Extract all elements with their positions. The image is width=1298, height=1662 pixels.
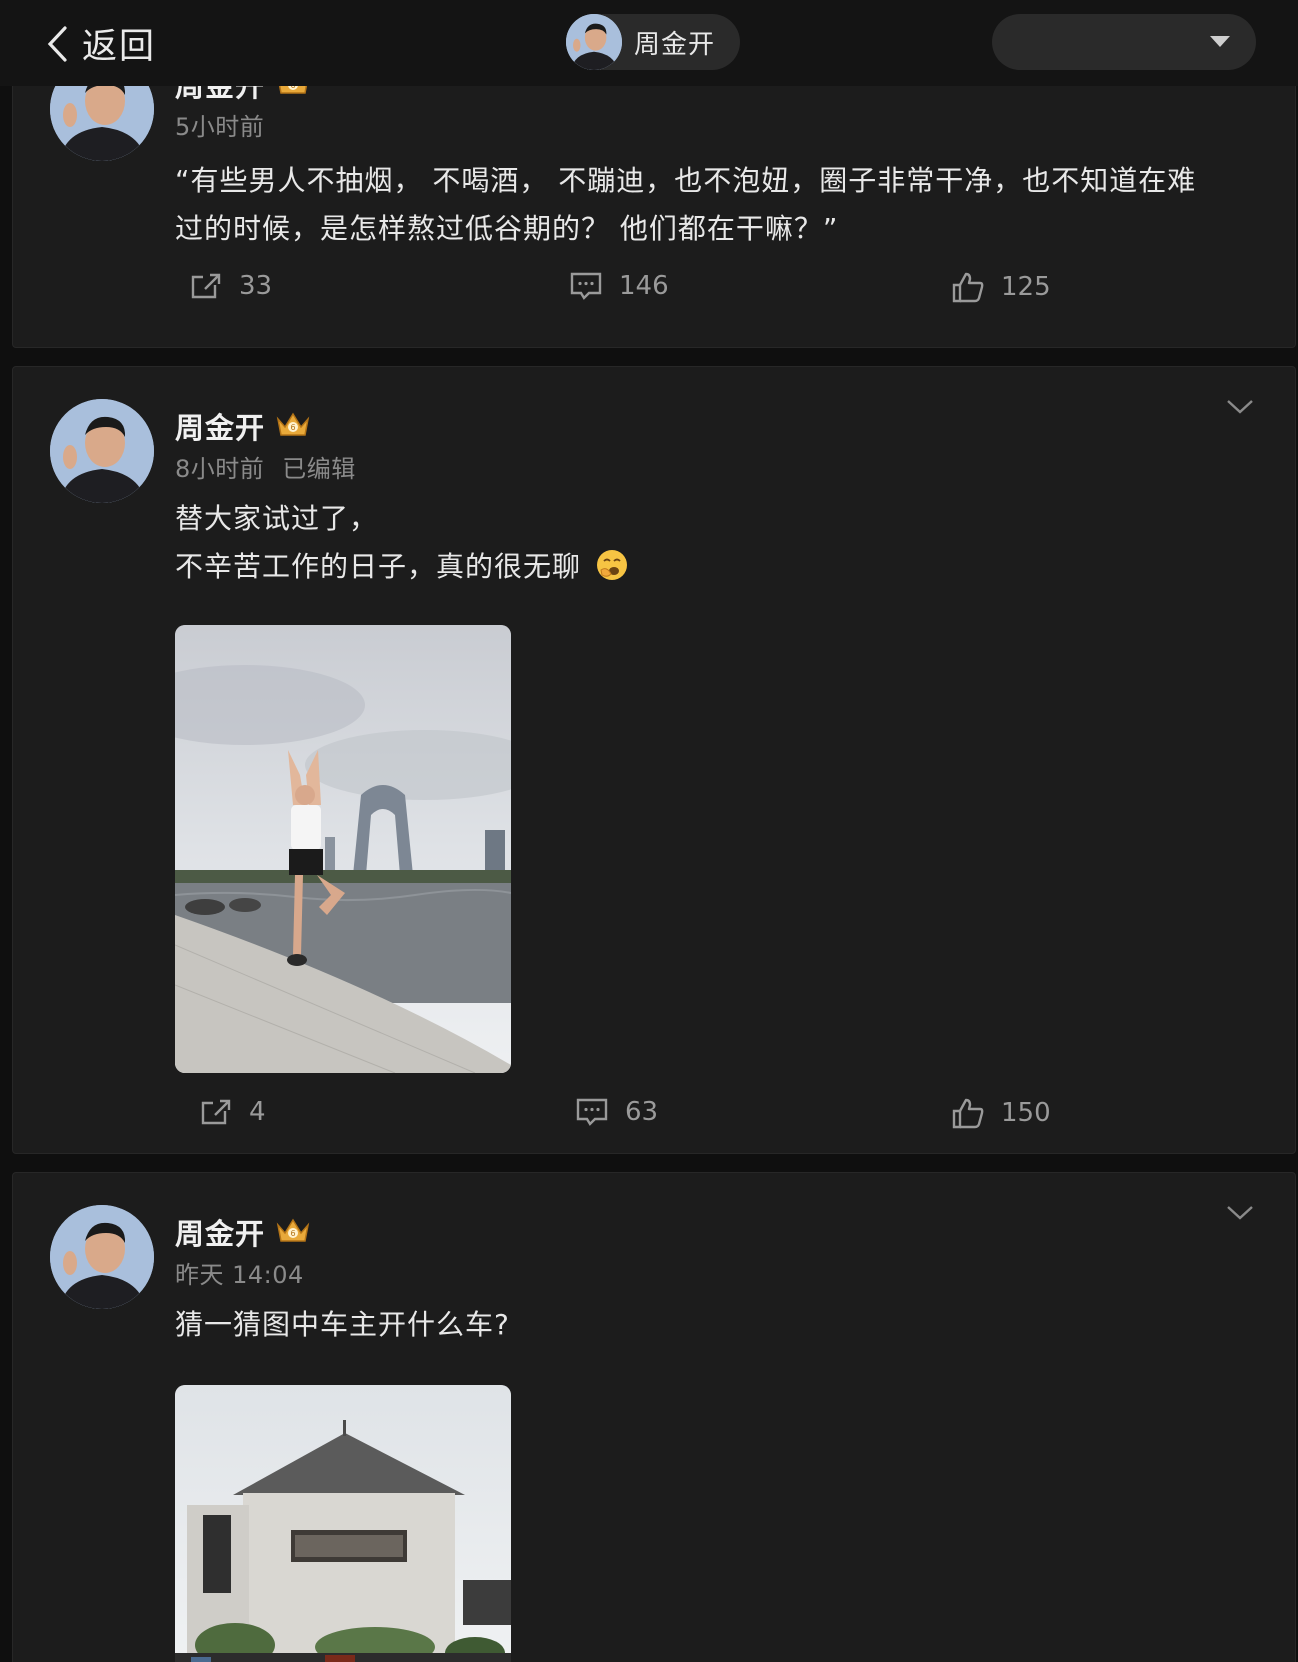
post-card[interactable]: 周金开 6 昨天 14:04 猜一猜图中车主开什么车?	[12, 1172, 1296, 1662]
chevron-left-icon	[47, 25, 67, 62]
comment-icon	[576, 1098, 608, 1126]
repost-button[interactable]: 33	[189, 271, 272, 301]
post-actions: 4 63 150	[13, 1097, 1295, 1137]
crown-badge-icon: 6	[276, 1218, 310, 1242]
share-icon	[201, 1099, 231, 1125]
timestamp: 8小时前	[175, 455, 265, 483]
photo-person-yoga	[175, 625, 511, 1073]
like-button[interactable]: 125	[951, 271, 1051, 303]
like-count: 150	[1001, 1098, 1051, 1128]
comment-count: 63	[625, 1097, 659, 1127]
post-card[interactable]: 周金开 6 8小时前 已编辑 替大家试过了， 不辛苦工作的日子，真的很无聊 4 …	[12, 366, 1296, 1154]
profile-pill[interactable]: 周金开	[566, 14, 740, 70]
svg-text:6: 6	[290, 423, 295, 432]
repost-count: 33	[239, 271, 273, 301]
user-name[interactable]: 周金开	[175, 1211, 265, 1253]
post-text: “有些男人不抽烟， 不喝酒， 不蹦迪，也不泡妞，圈子非常干净，也不知道在难 过的…	[175, 157, 1255, 253]
post-text: 替大家试过了， 不辛苦工作的日子，真的很无聊	[175, 495, 1255, 591]
post-text: 猜一猜图中车主开什么车?	[175, 1301, 1255, 1349]
post-image[interactable]	[175, 1385, 511, 1662]
svg-text:6: 6	[290, 1229, 295, 1238]
user-name[interactable]: 周金开	[175, 405, 265, 447]
share-icon	[191, 273, 221, 299]
timestamp: 5小时前	[175, 113, 265, 141]
comment-button[interactable]: 63	[575, 1097, 658, 1127]
comment-icon	[570, 272, 602, 300]
filter-dropdown[interactable]	[992, 14, 1256, 70]
like-button[interactable]: 150	[951, 1097, 1051, 1129]
top-bar: 返回 周金开	[0, 0, 1298, 86]
yawn-emoji-icon	[596, 550, 627, 580]
post-text-line: 过的时候，是怎样熬过低谷期的？ 他们都在干嘛？”	[175, 212, 839, 245]
post-time: 5小时前	[175, 107, 264, 142]
photo-white-house	[175, 1385, 511, 1662]
thumbs-up-icon	[952, 1098, 984, 1129]
comment-button[interactable]: 146	[569, 271, 669, 301]
post-time: 8小时前 已编辑	[175, 449, 356, 484]
repost-button[interactable]: 4	[199, 1097, 266, 1127]
timestamp: 昨天 14:04	[175, 1261, 304, 1289]
thumbs-up-icon	[952, 272, 984, 303]
back-button[interactable]: 返回	[46, 18, 156, 69]
post-text-line-content: 不辛苦工作的日子，真的很无聊	[175, 550, 582, 583]
edited-label: 已编辑	[282, 455, 356, 483]
crown-badge-icon: 6	[276, 412, 310, 436]
post-time: 昨天 14:04	[175, 1255, 304, 1290]
comment-count: 146	[619, 271, 669, 301]
like-count: 125	[1001, 272, 1051, 302]
repost-count: 4	[249, 1097, 266, 1127]
post-text-line: 猜一猜图中车主开什么车?	[175, 1308, 510, 1341]
post-actions: 33 146 125	[13, 271, 1295, 311]
weibo-profile-feed: 周金开 6 5小时前 “有些男人不抽烟， 不喝酒， 不蹦迪，也不泡妞，圈子非常干…	[0, 0, 1298, 1662]
post-text-line: 替大家试过了，	[175, 502, 379, 535]
back-label: 返回	[82, 27, 157, 67]
post-image[interactable]	[175, 625, 511, 1073]
post-text-line: 不辛苦工作的日子，真的很无聊	[175, 543, 1255, 591]
avatar[interactable]	[50, 1205, 154, 1309]
caret-down-icon	[1210, 36, 1230, 47]
profile-name: 周金开	[634, 29, 716, 60]
avatar	[566, 14, 622, 70]
avatar[interactable]	[50, 399, 154, 503]
chevron-down-icon[interactable]	[1225, 397, 1255, 417]
chevron-down-icon[interactable]	[1225, 1203, 1255, 1223]
post-text-line: “有些男人不抽烟， 不喝酒， 不蹦迪，也不泡妞，圈子非常干净，也不知道在难	[175, 164, 1197, 197]
